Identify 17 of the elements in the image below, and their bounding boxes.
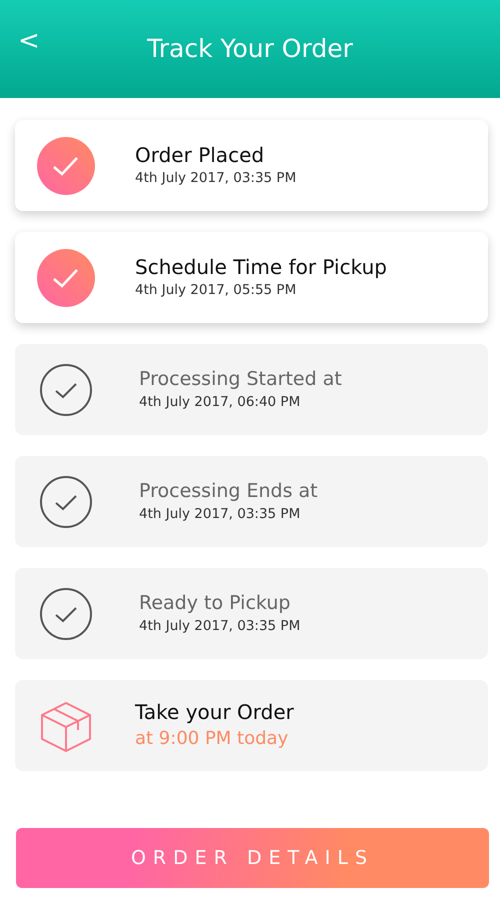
step-time: 4th July 2017, 06:40 PM: [139, 392, 302, 412]
step-title: Processing Started at: [139, 367, 342, 392]
step-time: at 9:00 PM today: [135, 727, 290, 751]
step-title: Order Placed: [135, 142, 266, 168]
page-title: Track Your Order: [147, 33, 353, 66]
back-button[interactable]: <: [12, 28, 46, 54]
step-title: Take your Order: [135, 699, 294, 725]
step-time: 4th July 2017, 03:35 PM: [139, 504, 302, 524]
step-time: 4th July 2017, 03:35 PM: [135, 169, 296, 188]
step-title: Processing Ends at: [139, 479, 318, 504]
step-time: 4th July 2017, 05:55 PM: [135, 281, 298, 300]
step-title: Ready to Pickup: [139, 591, 292, 616]
order-details-button[interactable]: ORDER DETAILS: [16, 828, 489, 888]
check-icon: [37, 248, 95, 306]
check-icon: [37, 136, 95, 194]
step-time: 4th July 2017, 03:35 PM: [139, 616, 300, 636]
step-title: Schedule Time for Pickup: [135, 254, 387, 280]
